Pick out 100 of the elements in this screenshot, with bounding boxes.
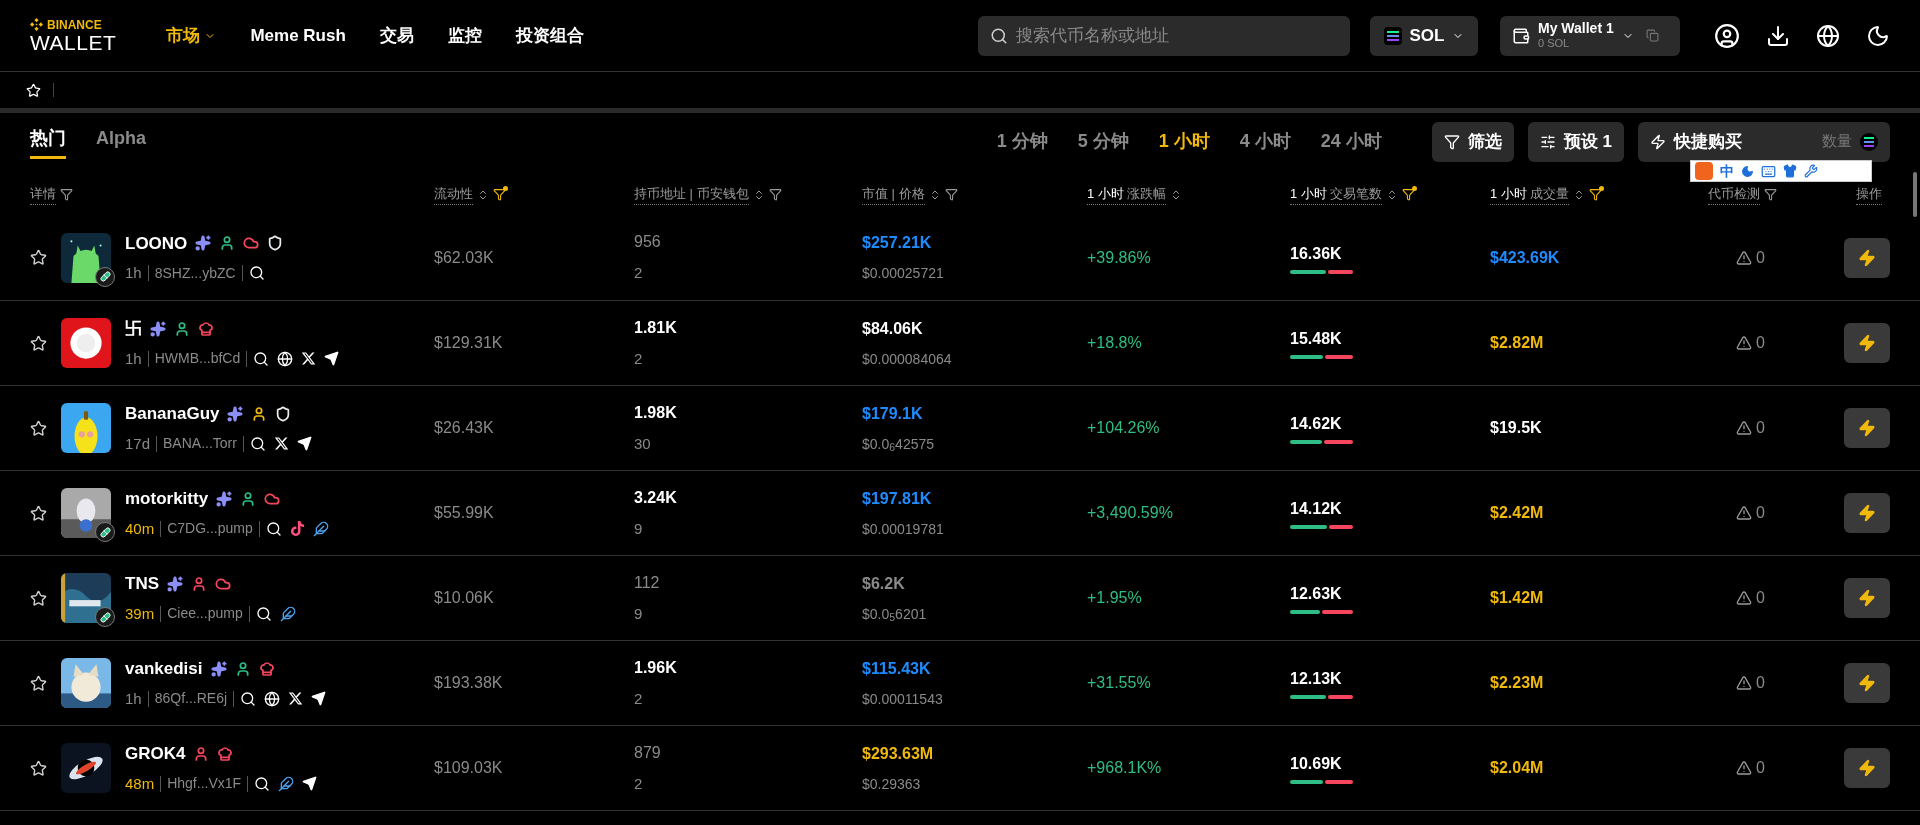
filter-icon[interactable]: [1402, 188, 1416, 201]
buy-sell-bar: [1290, 440, 1353, 444]
token-name[interactable]: TNS: [125, 571, 159, 597]
timeframe-tab[interactable]: 1 小时: [1158, 128, 1210, 155]
wallet-icon: [1512, 26, 1530, 45]
column-header[interactable]: 1 小时 涨跌幅: [1087, 184, 1167, 205]
token-name[interactable]: GROK4: [125, 741, 186, 767]
token-address[interactable]: 86Qf...RE6j: [154, 688, 228, 710]
timeframe-tab[interactable]: 1 分钟: [996, 128, 1048, 155]
search-field[interactable]: 搜索代币名称或地址: [978, 15, 1350, 56]
token-name[interactable]: 卐: [125, 316, 142, 342]
globe-icon[interactable]: [1816, 23, 1840, 48]
preset-button[interactable]: 预设 1: [1527, 121, 1624, 162]
token-name[interactable]: LOONO: [125, 230, 188, 256]
search-icon[interactable]: [253, 350, 270, 367]
search-icon[interactable]: [248, 265, 265, 282]
search-icon[interactable]: [249, 435, 266, 452]
quick-buy-button[interactable]: [1844, 323, 1890, 363]
paper-plane-icon[interactable]: [302, 776, 318, 792]
search-icon[interactable]: [254, 775, 271, 792]
column-header[interactable]: 流动性: [434, 184, 473, 205]
moon-icon[interactable]: [1866, 23, 1890, 48]
favorite-star-icon[interactable]: [30, 249, 47, 266]
filter-icon[interactable]: [944, 188, 958, 201]
quick-buy-button[interactable]: [1844, 748, 1890, 788]
x-logo-icon[interactable]: [301, 351, 317, 367]
liquidity-value: $109.03K: [434, 758, 504, 778]
nav-link[interactable]: 投资组合: [515, 22, 584, 49]
timeframe-tab[interactable]: 4 小时: [1239, 128, 1291, 155]
tab[interactable]: Alpha: [96, 124, 146, 159]
column-header[interactable]: 市值 | 价格: [862, 184, 925, 205]
filter-icon[interactable]: [1589, 188, 1603, 201]
token-address[interactable]: Hhgf...Vx1F: [167, 773, 242, 795]
favorite-star-icon[interactable]: [30, 674, 47, 692]
x-logo-icon[interactable]: [288, 691, 304, 707]
column-header[interactable]: 持币地址 | 币安钱包: [634, 184, 749, 205]
quick-buy-button[interactable]: [1844, 408, 1890, 448]
favorite-star-icon[interactable]: [30, 589, 47, 607]
column-header[interactable]: 1 小时 交易笔数: [1290, 184, 1383, 205]
filter-icon[interactable]: [768, 188, 782, 201]
timeframe-tab[interactable]: 5 分钟: [1077, 128, 1129, 155]
favorite-star-icon[interactable]: [30, 334, 47, 352]
nav-link[interactable]: 市场: [166, 22, 217, 49]
quick-buy-button[interactable]: [1844, 237, 1890, 278]
filter-icon[interactable]: [60, 188, 73, 201]
token-address[interactable]: 8SHZ...ybZC: [154, 262, 236, 284]
token-name[interactable]: motorkitty: [125, 486, 209, 512]
quick-buy-bar[interactable]: 快捷购买 数量: [1638, 121, 1890, 162]
volume-value: $2.23M: [1490, 673, 1545, 693]
favorite-star-icon[interactable]: [30, 504, 47, 522]
account-icon[interactable]: [1714, 22, 1740, 49]
scrollbar-thumb[interactable]: [1913, 172, 1917, 217]
filter-button[interactable]: 筛选: [1431, 121, 1514, 162]
quick-buy-button[interactable]: [1844, 578, 1890, 618]
price-change: +18.8%: [1087, 333, 1143, 353]
search-icon[interactable]: [265, 520, 282, 537]
paper-plane-icon[interactable]: [324, 351, 340, 367]
copy-icon[interactable]: [1645, 29, 1659, 42]
column-header[interactable]: 详情: [30, 184, 56, 205]
column-header[interactable]: 代币检测: [1708, 184, 1760, 205]
music-note-icon[interactable]: [289, 521, 305, 537]
quick-buy-button[interactable]: [1844, 663, 1890, 703]
tab[interactable]: 热门: [30, 124, 66, 159]
feather-icon[interactable]: [312, 520, 329, 537]
globe-icon[interactable]: [277, 350, 294, 367]
watchlist-icon[interactable]: [26, 82, 41, 98]
favorite-star-icon[interactable]: [30, 419, 47, 437]
sort-icon[interactable]: [477, 188, 489, 201]
nav-link[interactable]: Meme Rush: [250, 22, 346, 49]
globe-icon[interactable]: [264, 690, 281, 707]
token-address[interactable]: Ciee...pump: [167, 603, 243, 625]
feather-icon[interactable]: [279, 605, 296, 622]
chain-selector[interactable]: SOL: [1370, 15, 1478, 56]
nav-link[interactable]: 监控: [447, 22, 482, 49]
wallet-selector[interactable]: My Wallet 1 0 SOL: [1500, 15, 1680, 56]
filter-icon[interactable]: [1764, 188, 1777, 201]
quick-buy-button[interactable]: [1844, 493, 1890, 533]
holder-count: 879: [634, 742, 661, 763]
ime-toolbar[interactable]: 中: [1690, 160, 1872, 182]
token-name[interactable]: BananaGuy: [125, 401, 220, 427]
paper-plane-icon[interactable]: [311, 691, 327, 707]
favorite-star-icon[interactable]: [30, 759, 47, 777]
token-address[interactable]: BANA...Torr: [163, 433, 237, 455]
token-name[interactable]: vankedisi: [125, 656, 203, 682]
token-address[interactable]: C7DG...pump: [167, 518, 253, 540]
search-icon[interactable]: [240, 690, 257, 707]
wrench-icon: [1804, 164, 1818, 178]
x-logo-icon[interactable]: [273, 436, 289, 452]
holder-count: 1.98K: [634, 402, 677, 423]
token-address[interactable]: HWMB...bfCd: [154, 348, 241, 370]
timeframe-tab[interactable]: 24 小时: [1320, 128, 1382, 155]
nav-link[interactable]: 交易: [379, 22, 414, 49]
filter-icon[interactable]: [493, 188, 506, 201]
lightning-icon: [1858, 674, 1876, 692]
download-icon[interactable]: [1766, 23, 1790, 48]
paper-plane-icon[interactable]: [296, 436, 312, 452]
column-header[interactable]: 1 小时 成交量: [1490, 184, 1570, 205]
search-icon[interactable]: [255, 605, 272, 622]
column-header[interactable]: 操作: [1856, 184, 1882, 205]
feather-icon[interactable]: [278, 775, 295, 792]
